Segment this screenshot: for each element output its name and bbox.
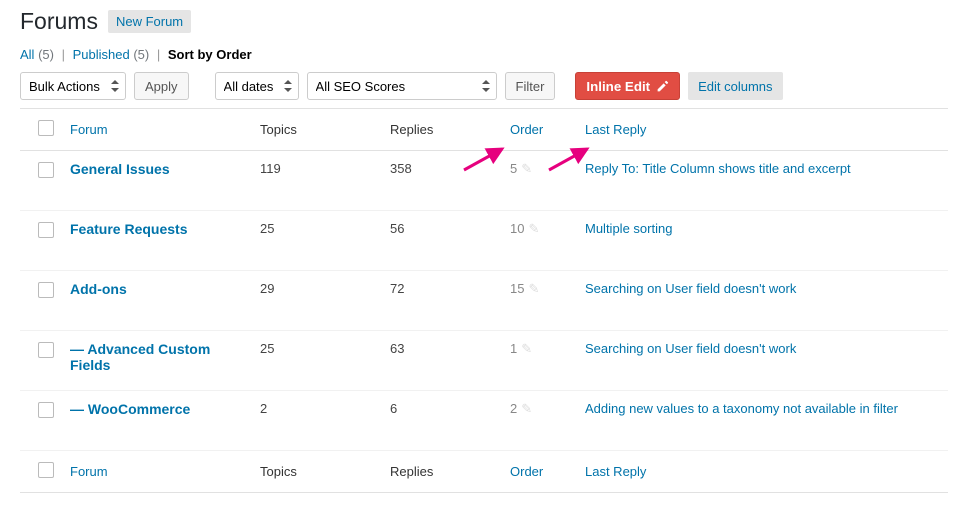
forum-link[interactable]: Add-ons bbox=[70, 281, 127, 297]
col-order[interactable]: Order bbox=[510, 122, 543, 137]
status-filters: All (5) | Published (5) | Sort by Order bbox=[20, 47, 948, 62]
topics-cell: 25 bbox=[250, 211, 380, 271]
row-checkbox[interactable] bbox=[38, 222, 54, 238]
col-topics: Topics bbox=[250, 109, 380, 151]
forums-table: Forum Topics Replies Order Last Reply Ge… bbox=[20, 108, 948, 493]
col-last-reply[interactable]: Last Reply bbox=[585, 122, 646, 137]
dates-select[interactable]: All dates bbox=[215, 72, 299, 100]
inline-edit-button[interactable]: Inline Edit bbox=[575, 72, 680, 100]
select-all-checkbox-footer[interactable] bbox=[38, 462, 54, 478]
col-forum[interactable]: Forum bbox=[70, 122, 108, 137]
topics-cell: 25 bbox=[250, 331, 380, 391]
filter-all-count: (5) bbox=[38, 47, 54, 62]
filter-published-count: (5) bbox=[133, 47, 149, 62]
table-row: General Issues 1193585✎ Reply To: Title Co… bbox=[20, 151, 948, 211]
forum-link[interactable]: Feature Requests bbox=[70, 221, 187, 237]
row-checkbox[interactable] bbox=[38, 402, 54, 418]
order-cell: 1✎ bbox=[500, 331, 575, 391]
topics-cell: 119 bbox=[250, 151, 380, 211]
topics-cell: 2 bbox=[250, 391, 380, 451]
last-reply-link[interactable]: Reply To: Title Column shows title and e… bbox=[585, 161, 851, 176]
pencil-icon[interactable]: ✎ bbox=[521, 161, 532, 176]
order-cell: 2✎ bbox=[500, 391, 575, 451]
last-reply-link[interactable]: Searching on User field doesn't work bbox=[585, 341, 796, 356]
row-checkbox[interactable] bbox=[38, 162, 54, 178]
row-checkbox[interactable] bbox=[38, 342, 54, 358]
pencil-icon[interactable]: ✎ bbox=[528, 281, 539, 296]
pencil-icon[interactable]: ✎ bbox=[521, 341, 532, 356]
replies-cell: 358 bbox=[380, 151, 500, 211]
new-forum-button[interactable]: New Forum bbox=[108, 10, 191, 33]
filter-button[interactable]: Filter bbox=[505, 72, 556, 100]
col-last-reply-footer[interactable]: Last Reply bbox=[585, 464, 646, 479]
filter-published-link[interactable]: Published bbox=[73, 47, 130, 62]
col-order-footer[interactable]: Order bbox=[510, 464, 543, 479]
bulk-actions-select[interactable]: Bulk Actions bbox=[20, 72, 126, 100]
col-forum-footer[interactable]: Forum bbox=[70, 464, 108, 479]
replies-cell: 6 bbox=[380, 391, 500, 451]
last-reply-link[interactable]: Adding new values to a taxonomy not avai… bbox=[585, 401, 898, 416]
table-row: — WooCommerce 262✎ Adding new values to a … bbox=[20, 391, 948, 451]
seo-scores-select[interactable]: All SEO Scores bbox=[307, 72, 497, 100]
table-row: Add-ons 297215✎ Searching on User field do… bbox=[20, 271, 948, 331]
filter-all-link[interactable]: All bbox=[20, 47, 34, 62]
pencil-icon[interactable]: ✎ bbox=[528, 221, 539, 236]
replies-cell: 63 bbox=[380, 331, 500, 391]
last-reply-link[interactable]: Multiple sorting bbox=[585, 221, 672, 236]
table-row: — Advanced Custom Fields 25631✎ Searching … bbox=[20, 331, 948, 391]
pencil-icon[interactable]: ✎ bbox=[521, 401, 532, 416]
row-checkbox[interactable] bbox=[38, 282, 54, 298]
order-cell: 5✎ bbox=[500, 151, 575, 211]
col-replies: Replies bbox=[380, 109, 500, 151]
order-cell: 15✎ bbox=[500, 271, 575, 331]
apply-button[interactable]: Apply bbox=[134, 72, 189, 100]
order-cell: 10✎ bbox=[500, 211, 575, 271]
edit-columns-button[interactable]: Edit columns bbox=[688, 72, 782, 100]
edit-icon bbox=[656, 80, 669, 93]
replies-cell: 56 bbox=[380, 211, 500, 271]
sort-by-order: Sort by Order bbox=[168, 47, 252, 62]
page-title: Forums bbox=[20, 8, 98, 35]
forum-link[interactable]: General Issues bbox=[70, 161, 170, 177]
forum-link[interactable]: — WooCommerce bbox=[70, 401, 190, 417]
replies-cell: 72 bbox=[380, 271, 500, 331]
topics-cell: 29 bbox=[250, 271, 380, 331]
forum-link[interactable]: — Advanced Custom Fields bbox=[70, 341, 210, 373]
table-row: Feature Requests 255610✎ Multiple sorting bbox=[20, 211, 948, 271]
col-topics-footer: Topics bbox=[250, 451, 380, 493]
select-all-checkbox[interactable] bbox=[38, 120, 54, 136]
col-replies-footer: Replies bbox=[380, 451, 500, 493]
last-reply-link[interactable]: Searching on User field doesn't work bbox=[585, 281, 796, 296]
